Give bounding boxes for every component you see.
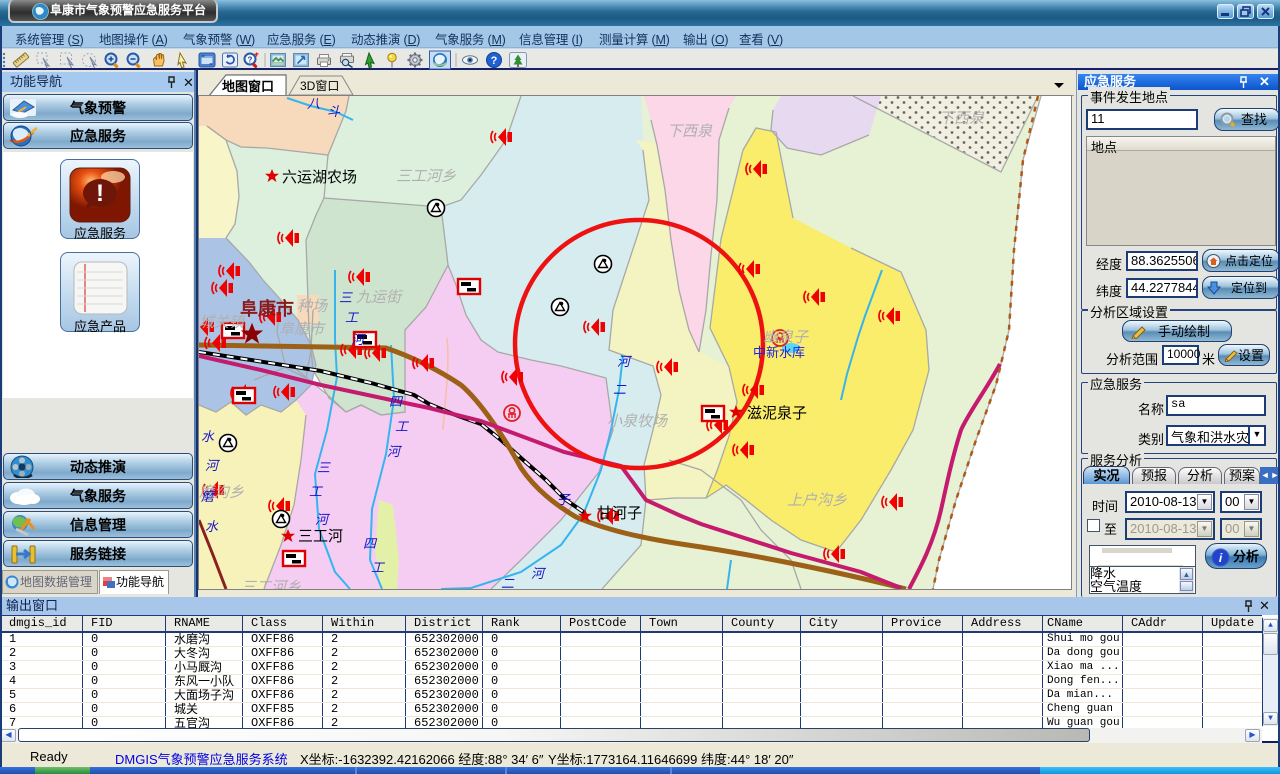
svg-text:幽泉子: 幽泉子 bbox=[763, 329, 809, 346]
svg-text:城关镇: 城关镇 bbox=[199, 314, 246, 331]
svg-text:!: ! bbox=[96, 180, 104, 207]
svg-text:磨: 磨 bbox=[201, 489, 216, 504]
svg-text:工: 工 bbox=[395, 419, 410, 434]
svg-text:阜康市: 阜康市 bbox=[279, 321, 326, 338]
svg-text:小泉牧场: 小泉牧场 bbox=[607, 413, 669, 430]
svg-text:中新水库: 中新水库 bbox=[753, 345, 805, 360]
svg-text:二: 二 bbox=[501, 576, 515, 589]
svg-text:滋泥泉子: 滋泥泉子 bbox=[747, 405, 807, 422]
svg-text:下西泉: 下西泉 bbox=[667, 123, 713, 140]
svg-text:三工河乡: 三工河乡 bbox=[241, 579, 301, 589]
svg-text:?: ? bbox=[248, 56, 253, 65]
svg-text:水: 水 bbox=[205, 519, 219, 534]
svg-text:种场: 种场 bbox=[297, 298, 329, 315]
svg-text:?: ? bbox=[491, 55, 498, 67]
svg-text:八: 八 bbox=[307, 96, 320, 111]
svg-text:工: 工 bbox=[371, 560, 386, 575]
svg-text:子: 子 bbox=[557, 492, 571, 507]
svg-text:下西泉: 下西泉 bbox=[939, 110, 985, 127]
svg-text:九运街: 九运街 bbox=[356, 289, 404, 306]
svg-text:四: 四 bbox=[363, 536, 378, 551]
svg-text:阜康市: 阜康市 bbox=[240, 298, 294, 319]
svg-text:水: 水 bbox=[201, 429, 215, 444]
svg-text:工: 工 bbox=[345, 310, 360, 325]
svg-text:二: 二 bbox=[613, 382, 627, 397]
svg-text:三工河: 三工河 bbox=[298, 528, 343, 545]
svg-text:三工河乡: 三工河乡 bbox=[396, 168, 456, 185]
svg-text:上户沟乡: 上户沟乡 bbox=[787, 492, 847, 509]
svg-text:三: 三 bbox=[317, 460, 331, 475]
svg-text:斗: 斗 bbox=[327, 104, 341, 119]
svg-text:六运湖农场: 六运湖农场 bbox=[282, 169, 357, 186]
svg-text:三: 三 bbox=[339, 290, 353, 305]
svg-text:工: 工 bbox=[309, 484, 324, 499]
svg-text:甘河子: 甘河子 bbox=[597, 505, 642, 522]
svg-text:四: 四 bbox=[389, 394, 404, 409]
